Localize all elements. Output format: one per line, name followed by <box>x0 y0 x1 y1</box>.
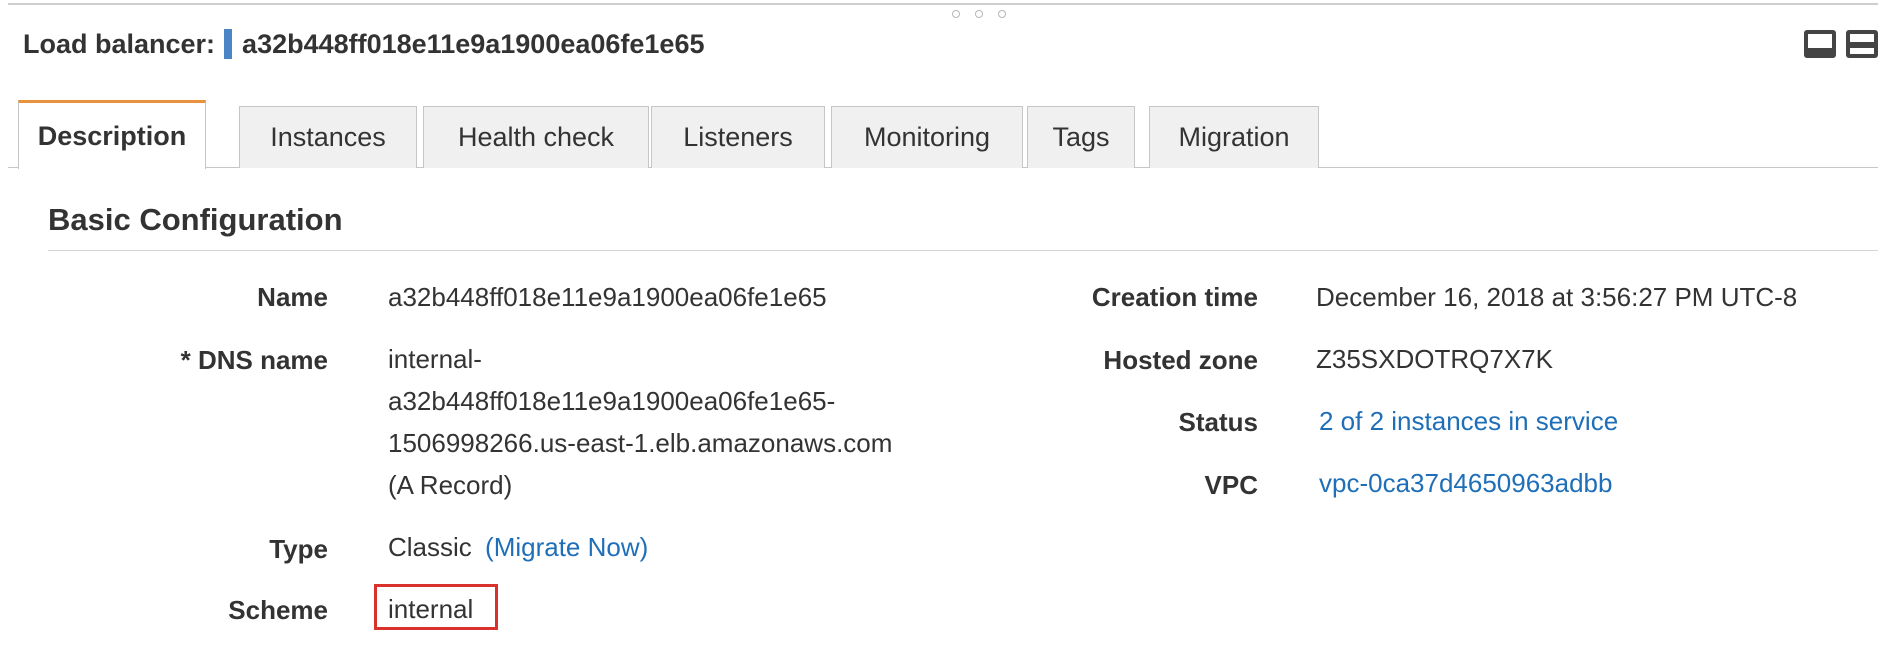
dns-name-value: internal- a32b448ff018e11e9a1900ea06fe1e… <box>388 338 892 506</box>
tab-listeners[interactable]: Listeners <box>651 106 825 168</box>
panel-header: Load balancer: a32b448ff018e11e9a1900ea0… <box>23 26 704 62</box>
hosted-zone-label: Hosted zone <box>1103 345 1258 375</box>
migrate-now-link[interactable]: (Migrate Now) <box>485 532 648 562</box>
name-value: a32b448ff018e11e9a1900ea06fe1e65 <box>388 282 827 312</box>
tab-health-check[interactable]: Health check <box>423 106 649 168</box>
type-value: Classic <box>388 532 472 562</box>
dns-name-line: a32b448ff018e11e9a1900ea06fe1e65- <box>388 386 836 416</box>
vpc-link[interactable]: vpc-0ca37d4650963adbb <box>1319 462 1612 504</box>
tab-migration[interactable]: Migration <box>1149 106 1319 168</box>
dns-name-line: 1506998266.us-east-1.elb.amazonaws.com <box>388 428 893 458</box>
selection-marker <box>224 29 233 59</box>
creation-time-label: Creation time <box>1091 282 1258 312</box>
dns-name-line: internal- <box>388 344 482 374</box>
name-label: Name <box>257 282 328 312</box>
load-balancer-details-panel: Load balancer: a32b448ff018e11e9a1900ea0… <box>0 0 1878 650</box>
type-value-row: Classic (Migrate Now) <box>388 526 648 568</box>
tab-bar: Description Instances Health check Liste… <box>8 100 1878 169</box>
grip-dot <box>998 10 1006 18</box>
dns-name-label: * DNS name <box>180 345 328 375</box>
dns-record-type: (A Record) <box>388 470 513 500</box>
grip-dot <box>975 10 983 18</box>
tab-monitoring[interactable]: Monitoring <box>831 106 1023 168</box>
panel-minimize-icon[interactable] <box>1804 30 1836 58</box>
type-label: Type <box>269 534 328 564</box>
vpc-label: VPC <box>1204 470 1258 500</box>
creation-time-value: December 16, 2018 at 3:56:27 PM UTC-8 <box>1316 282 1798 312</box>
section-divider <box>48 250 1878 251</box>
tab-description[interactable]: Description <box>18 100 206 169</box>
status-link[interactable]: 2 of 2 instances in service <box>1319 400 1618 442</box>
tab-instances[interactable]: Instances <box>239 106 417 168</box>
load-balancer-name: a32b448ff018e11e9a1900ea06fe1e65 <box>242 28 705 59</box>
section-title: Basic Configuration <box>48 202 343 237</box>
hosted-zone-value: Z35SXDOTRQ7X7K <box>1316 344 1553 374</box>
grip-dot <box>952 10 960 18</box>
scheme-highlight-box <box>374 584 498 630</box>
scheme-label: Scheme <box>228 595 328 625</box>
panel-window-controls <box>1804 30 1878 58</box>
status-label: Status <box>1178 407 1258 437</box>
header-label: Load balancer: <box>23 28 216 59</box>
tab-tags[interactable]: Tags <box>1027 106 1135 168</box>
splitter-line <box>8 3 1878 5</box>
panel-restore-icon[interactable] <box>1846 30 1878 58</box>
drag-handle-icon[interactable] <box>952 8 1006 20</box>
